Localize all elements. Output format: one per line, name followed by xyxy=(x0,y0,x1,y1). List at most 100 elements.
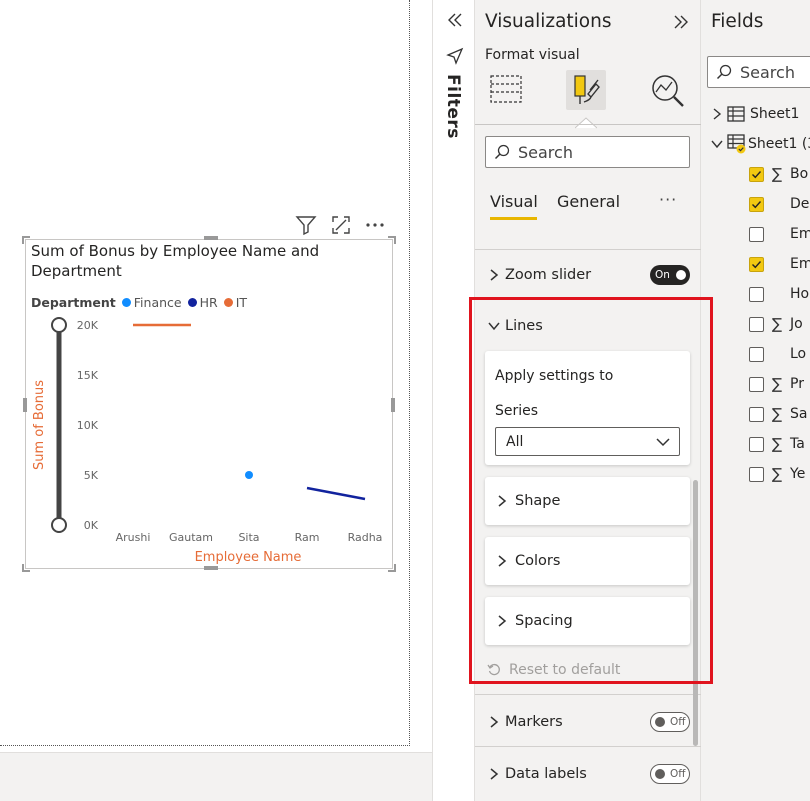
series-line-hr xyxy=(306,486,366,501)
field-item[interactable]: ∑ Pr xyxy=(749,374,804,394)
field-name: Em xyxy=(790,226,810,242)
y-tick-label: 15K xyxy=(77,369,99,382)
field-item[interactable]: ∑ Ta xyxy=(749,434,805,454)
toggle-label: Off xyxy=(670,768,686,780)
y-tick-label: 0K xyxy=(84,519,99,532)
tab-general[interactable]: General xyxy=(557,192,620,211)
x-tick-label: Radha xyxy=(348,531,383,544)
sigma-icon: ∑ xyxy=(771,435,783,453)
report-canvas[interactable]: Sum of Bonus by Employee Name and Depart… xyxy=(0,0,432,801)
zoom-slider-handle-bottom xyxy=(51,517,67,533)
section-data-labels[interactable]: Data labels Off xyxy=(475,754,701,794)
sigma-icon: ∑ xyxy=(771,465,783,483)
field-item[interactable]: ∑ Sa xyxy=(749,404,807,424)
search-icon xyxy=(494,144,510,160)
highlight-annotation-box xyxy=(469,297,713,684)
filter-icon[interactable] xyxy=(295,214,317,236)
visualizations-title: Visualizations xyxy=(485,11,612,32)
checkbox[interactable] xyxy=(749,226,764,242)
table-sheet1-3[interactable]: Sheet1 (3 xyxy=(711,134,810,154)
zoom-slider-handle-top xyxy=(51,317,67,333)
search-icon xyxy=(716,64,732,80)
checkbox[interactable] xyxy=(749,406,764,422)
sigma-icon: ∑ xyxy=(771,315,783,333)
field-name: Ho xyxy=(790,286,810,302)
filter-pin-icon xyxy=(446,47,464,69)
tabs-separator xyxy=(475,249,701,250)
checkbox[interactable] xyxy=(749,436,764,452)
zoom-slider-toggle[interactable]: On xyxy=(650,265,690,285)
section-separator xyxy=(475,746,701,747)
checkbox[interactable] xyxy=(749,316,764,332)
expand-filters-icon[interactable] xyxy=(445,10,465,34)
tool-separator xyxy=(475,124,701,125)
checkbox-checked[interactable] xyxy=(749,196,764,212)
more-options-icon[interactable] xyxy=(364,214,386,236)
section-label: Markers xyxy=(505,714,563,730)
y-tick-label: 20K xyxy=(77,319,99,332)
y-axis-title: Sum of Bonus xyxy=(32,380,47,470)
field-name: Sa xyxy=(790,406,808,422)
field-item[interactable]: Em xyxy=(749,254,810,274)
section-separator xyxy=(475,694,701,695)
field-name: Ta xyxy=(790,436,805,452)
focus-mode-icon[interactable] xyxy=(330,214,352,236)
format-search-input[interactable]: Search xyxy=(485,136,690,168)
collapse-pane-icon[interactable] xyxy=(671,12,691,32)
line-chart-visual[interactable]: Sum of Bonus by Employee Name and Depart… xyxy=(22,236,396,572)
x-tick-label: Sita xyxy=(238,531,259,544)
checkbox[interactable] xyxy=(749,286,764,302)
filters-label[interactable]: Filters xyxy=(443,74,463,139)
section-zoom-slider[interactable]: Zoom slider On xyxy=(475,255,701,295)
data-labels-toggle[interactable]: Off xyxy=(650,764,690,784)
y-tick-label: 5K xyxy=(84,469,99,482)
tab-visual[interactable]: Visual xyxy=(490,192,538,211)
x-tick-label: Arushi xyxy=(116,531,151,544)
visual-header xyxy=(290,214,390,236)
field-name: Em xyxy=(790,256,810,272)
sigma-icon: ∑ xyxy=(771,375,783,393)
checkbox[interactable] xyxy=(749,346,764,362)
fields-search-input[interactable]: Search xyxy=(707,56,810,88)
field-item[interactable]: ∑ Ye xyxy=(749,464,805,484)
toggle-knob xyxy=(655,717,665,727)
section-label: Data labels xyxy=(505,766,587,782)
toggle-label: Off xyxy=(670,716,686,728)
more-options-button[interactable]: ··· xyxy=(659,190,677,209)
field-item[interactable]: Ho xyxy=(749,284,809,304)
field-item[interactable]: Lo xyxy=(749,344,806,364)
field-item[interactable]: ∑ Jo xyxy=(749,314,803,334)
checkbox-checked[interactable] xyxy=(749,256,764,272)
build-visual-icon[interactable] xyxy=(487,70,527,110)
chevron-right-icon xyxy=(713,108,722,120)
active-tab-indicator xyxy=(490,217,537,220)
analytics-icon[interactable] xyxy=(647,70,687,110)
toggle-knob xyxy=(676,270,686,280)
field-item[interactable]: De xyxy=(749,194,809,214)
section-label: Zoom slider xyxy=(505,267,592,283)
table-selected-icon xyxy=(727,134,746,154)
table-name: Sheet1 xyxy=(750,106,800,122)
search-placeholder: Search xyxy=(740,62,795,82)
checkbox-checked[interactable] xyxy=(749,166,764,182)
sigma-icon: ∑ xyxy=(771,165,783,183)
field-name: Jo xyxy=(790,316,803,332)
table-name: Sheet1 (3 xyxy=(748,136,810,152)
table-sheet1[interactable]: Sheet1 xyxy=(711,104,799,124)
series-point-finance xyxy=(245,471,253,479)
power-bi-report-editor: Sum of Bonus by Employee Name and Depart… xyxy=(0,0,810,801)
x-axis-title: Employee Name xyxy=(195,550,302,565)
field-item[interactable]: ∑ Bo xyxy=(749,164,808,184)
field-name: De xyxy=(790,196,810,212)
checkbox[interactable] xyxy=(749,466,764,482)
chevron-right-icon xyxy=(490,269,499,281)
fields-title: Fields xyxy=(711,11,764,32)
format-visual-icon[interactable] xyxy=(566,70,606,110)
field-item[interactable]: Em xyxy=(749,224,810,244)
table-icon xyxy=(727,106,745,122)
toggle-knob xyxy=(655,769,665,779)
section-markers[interactable]: Markers Off xyxy=(475,702,701,742)
checkbox[interactable] xyxy=(749,376,764,392)
markers-toggle[interactable]: Off xyxy=(650,712,690,732)
y-tick-label: 10K xyxy=(77,419,99,432)
